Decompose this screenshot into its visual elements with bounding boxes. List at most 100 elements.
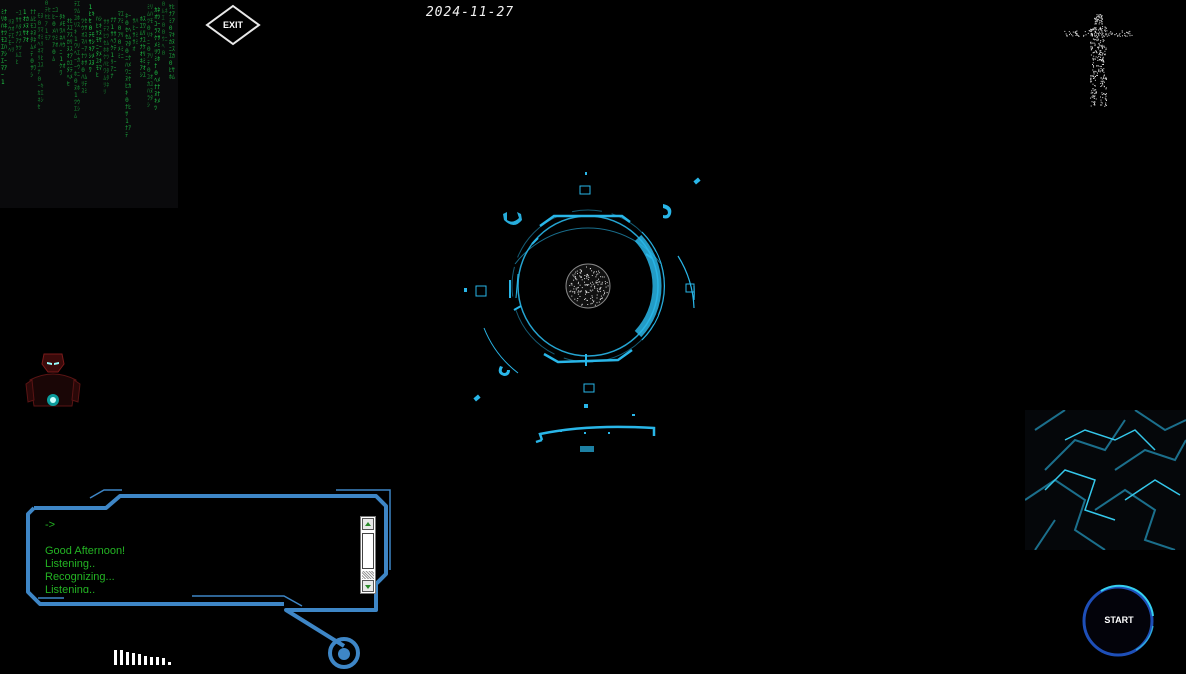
scroll-down-button[interactable] xyxy=(362,580,374,592)
globe-particle xyxy=(607,285,609,287)
figure-particle xyxy=(1102,52,1104,54)
scroll-track[interactable] xyxy=(362,571,374,579)
figure-particle xyxy=(1100,104,1102,106)
figure-particle xyxy=(1093,95,1095,97)
globe-particle xyxy=(584,298,585,300)
start-label: START xyxy=(1104,615,1134,625)
figure-particle xyxy=(1092,42,1094,44)
globe-particle xyxy=(601,297,603,299)
globe-particle xyxy=(573,279,575,281)
figure-particle xyxy=(1100,70,1102,72)
figure-particle xyxy=(1093,27,1095,29)
figure-particle xyxy=(1103,85,1105,87)
figure-particle xyxy=(1091,96,1093,98)
globe-particle xyxy=(596,294,598,296)
figure-particle xyxy=(1090,97,1092,99)
globe-particle xyxy=(591,270,593,272)
globe-particle xyxy=(602,297,603,299)
globe-particle xyxy=(575,271,577,273)
figure-particle xyxy=(1104,53,1106,55)
globe-particle xyxy=(572,274,574,276)
globe-particle xyxy=(597,273,599,275)
console-scrollbar[interactable] xyxy=(360,516,376,594)
globe-particle xyxy=(596,282,598,284)
figure-particle xyxy=(1088,30,1090,31)
figure-particle xyxy=(1092,62,1094,64)
figure-particle xyxy=(1090,47,1092,49)
globe-particle xyxy=(589,289,591,291)
figure-particle xyxy=(1096,32,1098,34)
figure-particle xyxy=(1117,34,1119,36)
figure-particle xyxy=(1098,70,1100,72)
figure-particle xyxy=(1096,14,1098,16)
globe-particle xyxy=(577,287,579,289)
matrix-column: ｵﾋｽｴｱｽｶﾘﾇｽｵｱｶﾕﾀﾃﾍﾒｾ xyxy=(66,18,73,88)
figure-particle xyxy=(1090,105,1092,107)
exit-button[interactable]: EXIT xyxy=(205,4,261,46)
figure-particle xyxy=(1129,30,1131,32)
figure-particle xyxy=(1094,85,1096,87)
figure-particle xyxy=(1105,87,1107,89)
figure-particle xyxy=(1094,45,1096,47)
figure-particle xyxy=(1093,76,1095,78)
figure-particle xyxy=(1092,38,1094,40)
figure-particle xyxy=(1101,48,1103,50)
figure-particle xyxy=(1100,101,1102,103)
globe-particle xyxy=(596,302,598,304)
globe-particle xyxy=(599,298,601,300)
figure-particle xyxy=(1094,76,1096,77)
figure-particle xyxy=(1096,16,1098,18)
level-bar xyxy=(114,650,117,665)
level-bar xyxy=(162,658,165,665)
figure-particle xyxy=(1104,30,1106,32)
figure-particle xyxy=(1071,34,1073,36)
figure-particle xyxy=(1093,78,1095,79)
globe-particle xyxy=(594,304,596,306)
figure-particle xyxy=(1093,73,1095,75)
globe-particle xyxy=(586,266,587,268)
start-button[interactable]: START xyxy=(1081,582,1157,658)
figure-particle xyxy=(1092,28,1094,30)
figure-particle xyxy=(1111,33,1113,35)
globe-particle xyxy=(580,271,582,273)
figure-particle xyxy=(1098,15,1100,17)
globe-particle xyxy=(600,295,602,297)
figure-particle xyxy=(1068,31,1070,33)
figure-particle xyxy=(1094,35,1096,36)
figure-particle xyxy=(1105,88,1107,90)
figure-particle xyxy=(1094,70,1096,72)
figure-particle xyxy=(1092,65,1094,67)
globe-particle xyxy=(571,282,573,284)
figure-particle xyxy=(1099,51,1101,53)
scroll-up-button[interactable] xyxy=(362,518,374,530)
globe-particle xyxy=(604,293,605,295)
figure-particle xyxy=(1098,14,1100,16)
globe-particle xyxy=(587,284,588,286)
figure-particle xyxy=(1119,33,1121,35)
globe-particle xyxy=(591,275,593,276)
figure-particle xyxy=(1090,80,1092,82)
circuit-board-panel xyxy=(1025,410,1186,550)
figure-particle xyxy=(1092,101,1094,103)
figure-particle xyxy=(1092,58,1094,60)
figure-particle xyxy=(1101,94,1103,96)
figure-particle xyxy=(1101,21,1103,23)
figure-particle xyxy=(1102,56,1104,58)
figure-particle xyxy=(1092,64,1093,65)
figure-particle xyxy=(1105,79,1107,80)
figure-particle xyxy=(1069,34,1070,36)
level-bar xyxy=(168,662,171,665)
matrix-column: ﾅﾅﾑﾋﾓﾕﾈﾇﾀﾈﾑﾒﾃ0ｻﾜｼ xyxy=(30,9,37,79)
figure-particle xyxy=(1101,104,1103,106)
figure-particle xyxy=(1095,39,1097,40)
figure-particle xyxy=(1066,35,1068,37)
figure-particle xyxy=(1100,96,1101,98)
matrix-column: ｰﾕｻｻﾊﾀﾅｽｱﾅｹﾂﾑｴﾋ xyxy=(15,10,22,66)
figure-particle xyxy=(1105,33,1107,35)
figure-particle xyxy=(1090,42,1092,44)
level-bar xyxy=(132,653,135,665)
figure-particle xyxy=(1087,32,1089,34)
globe-particle xyxy=(590,286,592,288)
figure-particle xyxy=(1101,78,1103,80)
scroll-thumb[interactable] xyxy=(362,533,374,569)
